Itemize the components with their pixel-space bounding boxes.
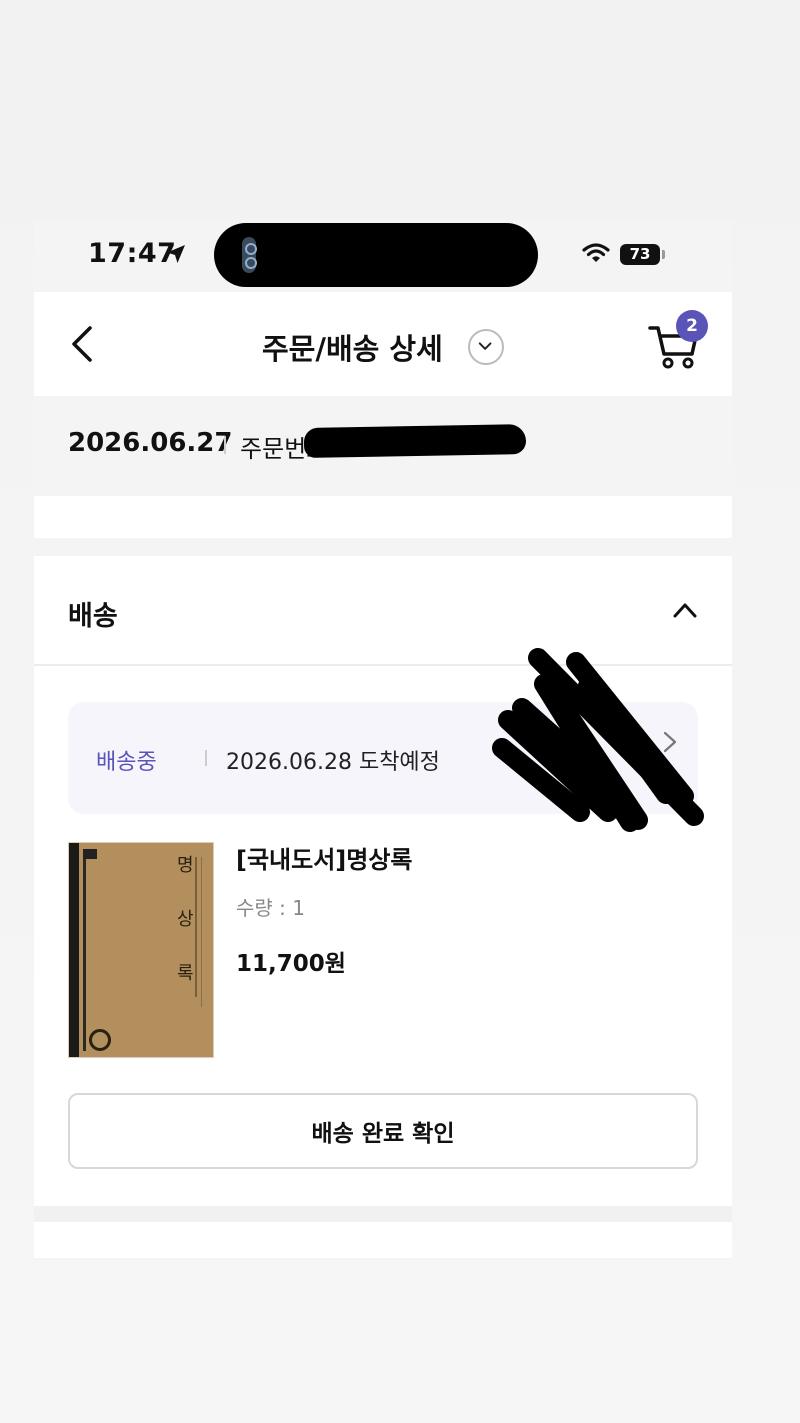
spacer-strip <box>34 496 732 538</box>
order-info: 2026.06.27 주문번호 <box>34 396 732 496</box>
section-title: 배송 <box>68 601 118 632</box>
dynamic-island <box>214 223 538 287</box>
confirm-delivery-button[interactable]: 배송 완료 확인 <box>68 1093 698 1169</box>
product-title[interactable]: [국내도서]명상록 <box>236 840 413 875</box>
order-divider <box>224 436 226 454</box>
order-number-redaction <box>303 424 527 458</box>
cover-char-1: 명 <box>177 855 194 876</box>
wifi-icon <box>582 243 610 262</box>
cover-char-3: 록 <box>177 963 194 984</box>
cover-seal <box>89 1029 111 1051</box>
delivery-section: 배송 배송중 2026.06.28 도착예정 명 상 록 [국내도서]명상록 수… <box>34 556 732 1206</box>
next-section-start <box>34 1222 732 1258</box>
delivery-eta: 2026.06.28 도착예정 <box>226 750 440 775</box>
section-divider <box>34 1206 732 1222</box>
product-quantity: 수량 : 1 <box>236 896 305 920</box>
cover-fine-line-2 <box>201 857 202 1007</box>
order-date: 2026.06.27 <box>68 428 233 458</box>
chevron-up-icon[interactable] <box>670 598 700 622</box>
delivery-status: 배송중 <box>96 750 157 775</box>
phone-screen: 17:47 73 주문/배송 상세 2 2026.06.27 주문번호 배송 배… <box>34 220 732 1260</box>
product-item[interactable]: 명 상 록 [국내도서]명상록 수량 : 1 11,700원 <box>68 840 698 1060</box>
location-arrow-icon <box>167 245 185 263</box>
chevron-down-icon[interactable] <box>468 329 504 365</box>
cart-count-badge[interactable]: 2 <box>676 310 708 342</box>
app-header: 주문/배송 상세 2 <box>34 292 732 396</box>
cover-emblem <box>83 849 97 859</box>
product-price: 11,700원 <box>236 951 346 977</box>
cover-char-2: 상 <box>177 909 194 930</box>
status-bar: 17:47 73 <box>34 220 732 292</box>
product-thumbnail[interactable]: 명 상 록 <box>68 842 214 1058</box>
cover-fine-line <box>195 857 197 997</box>
cover-line <box>83 851 86 1051</box>
battery-icon: 73 <box>620 244 660 265</box>
tracking-info-redaction <box>492 648 704 832</box>
status-divider <box>205 750 207 766</box>
back-arrow-icon[interactable] <box>64 324 104 364</box>
battery-cap <box>662 250 665 259</box>
page-title: 주문/배송 상세 <box>262 332 443 366</box>
screen-recording-indicator <box>242 237 257 273</box>
cover-spine <box>69 843 79 1057</box>
